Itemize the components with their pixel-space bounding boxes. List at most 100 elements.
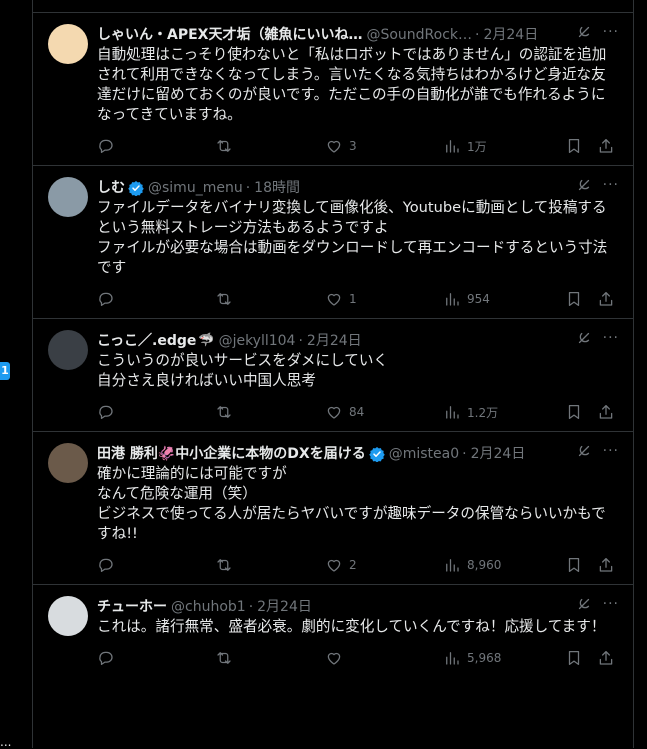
more-icon[interactable]: ··· — [603, 329, 619, 347]
reply-button[interactable] — [97, 649, 215, 667]
action-bar: 84 1.2万 — [97, 401, 617, 423]
heart-icon — [327, 559, 341, 572]
grok-icon[interactable] — [575, 595, 593, 613]
display-name[interactable]: チューホー — [97, 597, 167, 617]
reply-icon — [99, 292, 113, 307]
user-handle[interactable]: @SoundRock… — [366, 25, 472, 45]
action-bar: 3 1万 — [97, 135, 617, 157]
notification-badge[interactable]: 1 — [0, 362, 10, 380]
like-button[interactable] — [325, 649, 443, 667]
repost-icon — [217, 406, 231, 418]
repost-icon — [217, 293, 231, 305]
grok-icon[interactable] — [575, 329, 593, 347]
grok-icon[interactable] — [575, 442, 593, 460]
like-count: 3 — [349, 139, 357, 153]
grok-icon[interactable] — [575, 23, 593, 41]
timestamp[interactable]: 2月24日 — [483, 25, 538, 45]
share-icon[interactable] — [597, 290, 615, 308]
action-bar: 2 8,960 — [97, 554, 617, 576]
views-icon — [446, 559, 459, 572]
share-icon[interactable] — [597, 556, 615, 574]
separator-dot: · — [462, 446, 467, 462]
avatar[interactable] — [48, 177, 88, 217]
tweet[interactable]: ··· こっこ／.edge 🦈 @jekyll104 · 2月24日 こういうの… — [33, 318, 633, 423]
reply-button[interactable] — [97, 403, 215, 421]
verified-badge-icon — [369, 447, 385, 462]
timestamp[interactable]: 2月24日 — [257, 597, 312, 617]
reply-icon — [99, 558, 113, 573]
like-button[interactable]: 3 — [325, 137, 443, 155]
display-name[interactable]: こっこ／.edge — [97, 331, 196, 351]
avatar[interactable] — [48, 24, 88, 64]
separator-dot: · — [245, 180, 251, 196]
bookmark-icon[interactable] — [565, 290, 583, 308]
tweet[interactable]: ··· チューホー @chuhob1 · 2月24日 これは。諸行無常、盛者必衰… — [33, 584, 633, 669]
heart-icon — [327, 140, 341, 153]
action-bar: 1 954 — [97, 288, 617, 310]
reply-icon — [99, 405, 113, 420]
reply-timeline: ··· しゃいん・APEX天才垢（雑魚にいいね… @SoundRock… · 2… — [32, 0, 634, 748]
user-handle[interactable]: @simu_menu — [148, 178, 243, 198]
tweet[interactable]: ··· 田港 勝利🦑中小企業に本物のDXを届ける @mistea0 · 2月24… — [33, 431, 633, 576]
repost-button[interactable] — [215, 556, 325, 574]
more-icon[interactable]: ··· — [603, 23, 619, 41]
heart-icon — [327, 293, 341, 306]
like-count: 1 — [349, 292, 357, 306]
display-name[interactable]: しむ — [97, 178, 125, 198]
bookmark-icon[interactable] — [565, 556, 583, 574]
more-icon[interactable]: ··· — [603, 442, 619, 460]
share-icon[interactable] — [597, 137, 615, 155]
separator-dot: · — [298, 333, 303, 349]
repost-button[interactable] — [215, 649, 325, 667]
reply-icon — [99, 651, 113, 666]
view-count: 1万 — [467, 139, 487, 154]
tweet[interactable]: ··· しゃいん・APEX天才垢（雑魚にいいね… @SoundRock… · 2… — [33, 12, 633, 157]
user-handle[interactable]: @mistea0 — [389, 444, 459, 464]
verified-badge-icon — [128, 181, 144, 196]
more-icon[interactable]: ··· — [603, 595, 619, 613]
repost-button[interactable] — [215, 290, 325, 308]
reply-button[interactable] — [97, 137, 215, 155]
avatar[interactable] — [48, 330, 88, 370]
share-icon[interactable] — [597, 403, 615, 421]
tweet-header: しむ @simu_menu · 18時間 — [97, 178, 617, 198]
user-handle[interactable]: @chuhob1 — [171, 597, 246, 617]
grok-icon[interactable] — [575, 176, 593, 194]
timestamp[interactable]: 2月24日 — [471, 444, 526, 464]
repost-icon — [217, 652, 231, 664]
views-icon — [446, 293, 459, 306]
views-button[interactable]: 954 — [443, 290, 561, 308]
avatar[interactable] — [48, 443, 88, 483]
views-button[interactable]: 1万 — [443, 137, 561, 155]
reply-icon — [99, 139, 113, 154]
sidebar-more-dots[interactable]: ... — [0, 736, 11, 748]
views-icon — [446, 406, 459, 419]
user-handle[interactable]: @jekyll104 — [219, 331, 296, 351]
more-icon[interactable]: ··· — [603, 176, 619, 194]
timestamp[interactable]: 18時間 — [254, 178, 300, 198]
tweet[interactable]: ··· しむ @simu_menu · 18時間 ファイルデータをバイナリ変換し… — [33, 165, 633, 310]
views-icon — [446, 652, 459, 665]
view-count: 954 — [467, 292, 490, 306]
share-icon[interactable] — [597, 649, 615, 667]
repost-button[interactable] — [215, 403, 325, 421]
bookmark-icon[interactable] — [565, 403, 583, 421]
heart-icon — [327, 406, 341, 419]
display-name[interactable]: しゃいん・APEX天才垢（雑魚にいいね… — [97, 25, 362, 45]
like-button[interactable]: 1 — [325, 290, 443, 308]
reply-button[interactable] — [97, 556, 215, 574]
like-button[interactable]: 2 — [325, 556, 443, 574]
repost-button[interactable] — [215, 137, 325, 155]
action-bar: 5,968 — [97, 647, 617, 669]
bookmark-icon[interactable] — [565, 649, 583, 667]
timestamp[interactable]: 2月24日 — [307, 331, 362, 351]
bookmark-icon[interactable] — [565, 137, 583, 155]
views-button[interactable]: 8,960 — [443, 556, 561, 574]
like-button[interactable]: 84 — [325, 403, 443, 421]
avatar[interactable] — [48, 596, 88, 636]
repost-icon — [217, 140, 231, 152]
display-name[interactable]: 田港 勝利🦑中小企業に本物のDXを届ける — [97, 444, 366, 464]
views-button[interactable]: 5,968 — [443, 649, 561, 667]
views-button[interactable]: 1.2万 — [443, 403, 561, 421]
reply-button[interactable] — [97, 290, 215, 308]
